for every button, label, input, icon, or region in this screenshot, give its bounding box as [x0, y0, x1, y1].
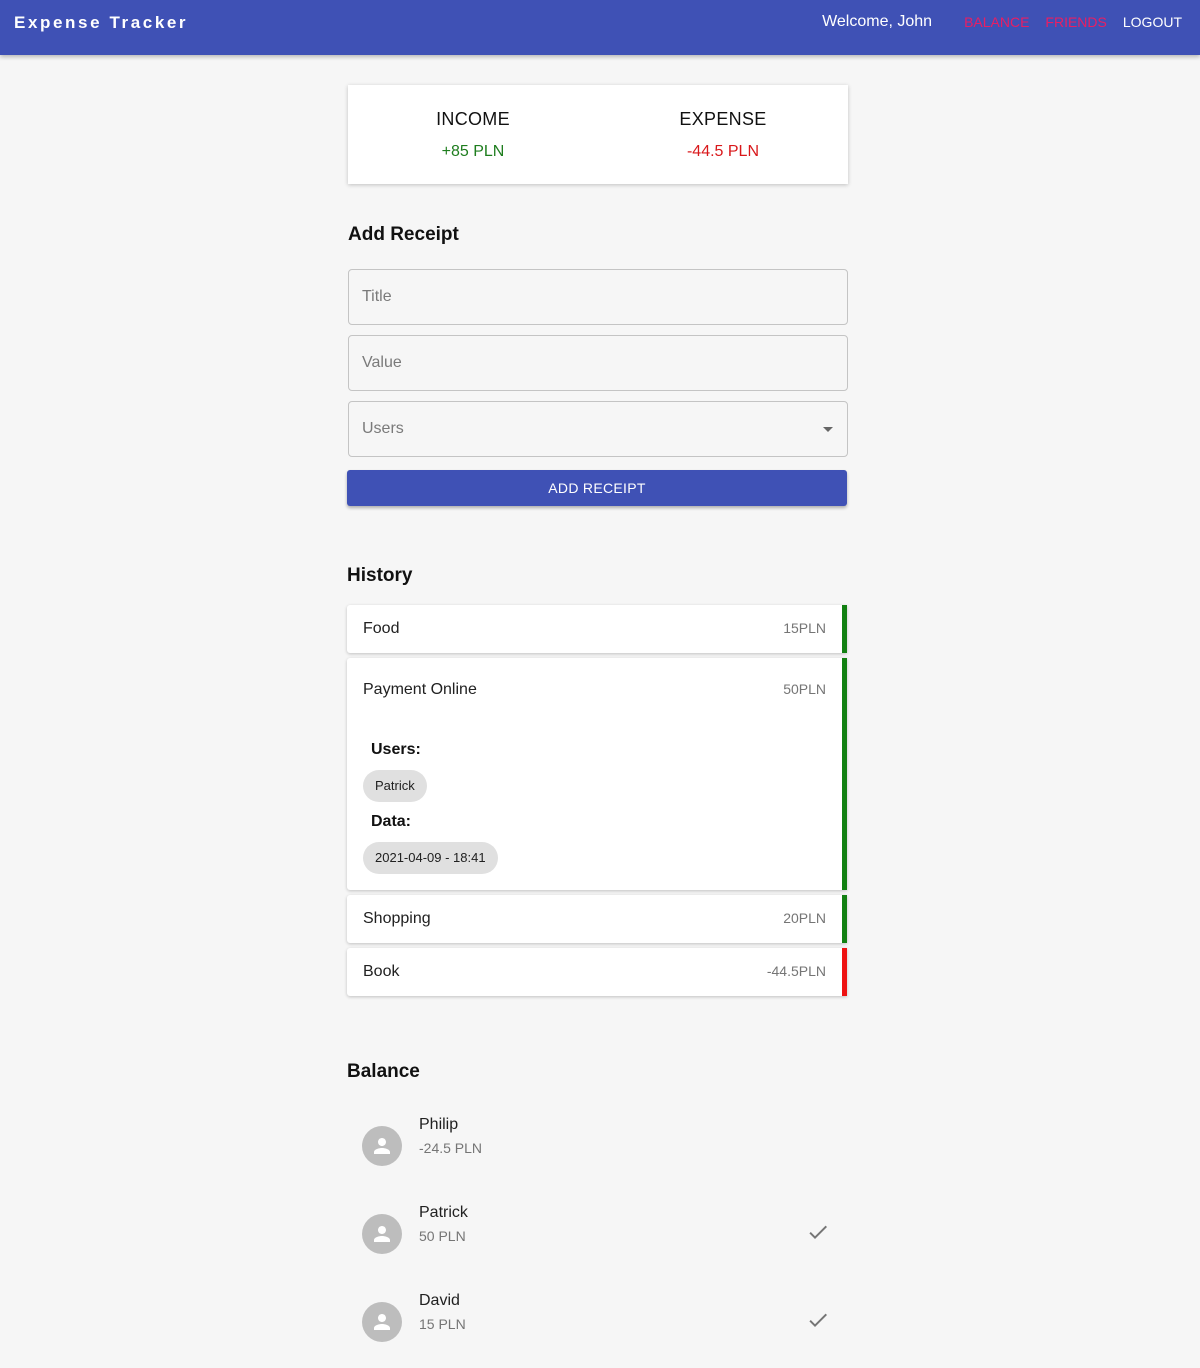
value-input[interactable]: [349, 336, 847, 390]
expense-label: EXPENSE: [679, 109, 767, 129]
income-label: INCOME: [436, 109, 510, 129]
users-select[interactable]: Users: [348, 401, 848, 457]
person-icon: [374, 1226, 390, 1242]
nav-friends-link[interactable]: FRIENDS: [1045, 14, 1106, 30]
balance-name: David: [419, 1292, 460, 1309]
users-label: Users:: [371, 741, 421, 758]
history-item-amount: 20PLN: [783, 910, 826, 926]
date-chip: 2021-04-09 - 18:41: [363, 842, 498, 874]
income-column: INCOME +85 PLN: [348, 85, 598, 184]
add-receipt-heading: Add Receipt: [348, 224, 459, 245]
app-bar: Expense Tracker Welcome, John BALANCE FR…: [0, 0, 1200, 55]
history-item-shopping[interactable]: Shopping 20PLN: [347, 895, 847, 943]
income-value: +85 PLN: [441, 143, 505, 160]
users-select-placeholder: Users: [362, 420, 404, 437]
balance-amount: -24.5 PLN: [419, 1140, 483, 1156]
history-item-amount: -44.5PLN: [766, 963, 826, 979]
history-item-title: Shopping: [363, 910, 431, 927]
logout-button[interactable]: LOGOUT: [1123, 14, 1182, 30]
user-chip: Patrick: [363, 770, 427, 802]
nav-balance-link[interactable]: BALANCE: [964, 14, 1029, 30]
balance-heading: Balance: [347, 1061, 420, 1082]
history-item-amount: 50PLN: [783, 681, 826, 697]
balance-name: Patrick: [419, 1204, 468, 1221]
value-field[interactable]: [348, 335, 848, 391]
app-title: Expense Tracker: [14, 13, 189, 32]
balance-row-philip[interactable]: Philip -24.5 PLN: [362, 1116, 848, 1172]
person-icon: [374, 1314, 390, 1330]
balance-amount: 50 PLN: [419, 1228, 466, 1244]
welcome-text: Welcome, John: [822, 13, 933, 30]
history-item-payment-online[interactable]: Payment Online 50PLN Users: Patrick Data…: [347, 658, 847, 890]
title-input[interactable]: [349, 270, 847, 324]
balance-row-patrick[interactable]: Patrick 50 PLN: [362, 1204, 848, 1260]
history-item-book[interactable]: Book -44.5PLN: [347, 948, 847, 996]
history-item-title: Payment Online: [363, 681, 477, 698]
income-expense-card: INCOME +85 PLN EXPENSE -44.5 PLN: [348, 85, 848, 184]
top-nav: Welcome, John BALANCE FRIENDS LOGOUT: [822, 13, 1182, 31]
expense-column: EXPENSE -44.5 PLN: [598, 85, 848, 184]
add-receipt-button[interactable]: ADD RECEIPT: [347, 470, 847, 506]
history-item-title: Book: [363, 963, 400, 980]
avatar: [362, 1126, 402, 1166]
balance-name: Philip: [419, 1116, 459, 1133]
history-item-food[interactable]: Food 15PLN: [347, 605, 847, 653]
date-label: Data:: [371, 813, 412, 830]
history-item-amount: 15PLN: [783, 620, 826, 636]
balance-amount: 15 PLN: [419, 1316, 466, 1332]
avatar: [362, 1214, 402, 1254]
check-icon[interactable]: [806, 1220, 830, 1244]
title-field[interactable]: [348, 269, 848, 325]
history-heading: History: [347, 565, 413, 586]
avatar: [362, 1302, 402, 1342]
arrow-drop-down-icon: [823, 427, 833, 432]
person-icon: [374, 1138, 390, 1154]
expense-value: -44.5 PLN: [686, 143, 760, 160]
history-item-title: Food: [363, 620, 400, 637]
check-icon[interactable]: [806, 1308, 830, 1332]
balance-row-david[interactable]: David 15 PLN: [362, 1292, 848, 1348]
